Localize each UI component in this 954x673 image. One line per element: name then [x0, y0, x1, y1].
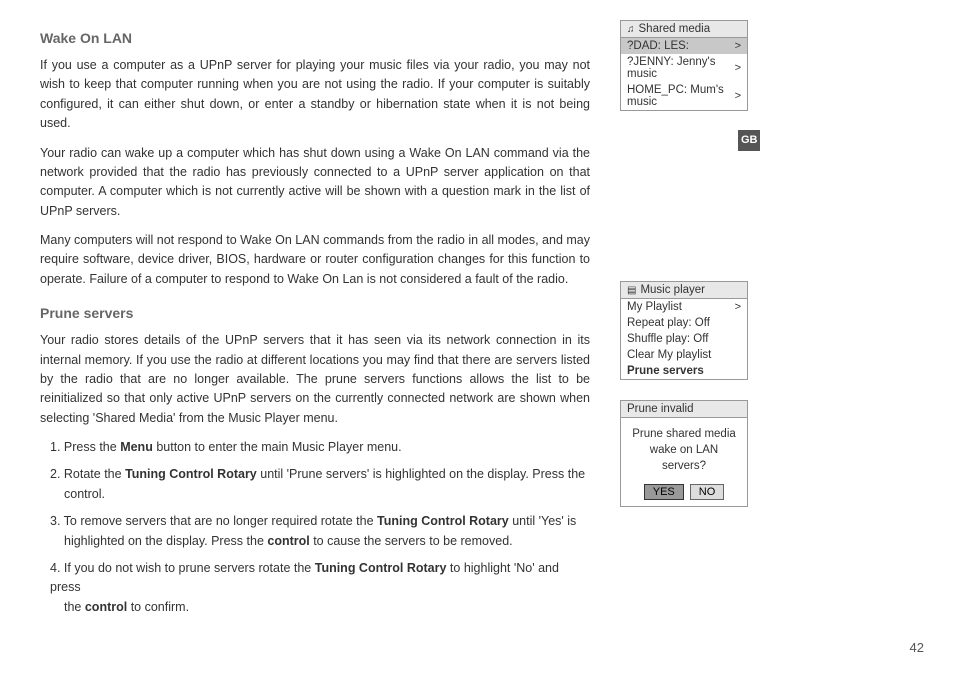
step-2-bold: Tuning Control Rotary	[125, 467, 257, 481]
shared-media-row-2-arrow: >	[735, 90, 741, 102]
section-wake-on-lan: Wake On LAN If you use a computer as a U…	[40, 30, 590, 289]
shared-media-row-0-text: ?DAD: LES:	[627, 40, 689, 52]
step-4-indent: the control to confirm.	[50, 598, 590, 617]
shared-media-row-1[interactable]: ?JENNY: Jenny's music >	[621, 54, 747, 82]
music-player-row-3[interactable]: Clear My playlist	[621, 347, 747, 363]
section-prune-servers: Prune servers Your radio stores details …	[40, 305, 590, 617]
page-wrapper: Wake On LAN If you use a computer as a U…	[0, 0, 954, 673]
gb-tab: GB	[738, 130, 760, 151]
para-prune-1: Your radio stores details of the UPnP se…	[40, 331, 590, 428]
step-4-bold: Tuning Control Rotary	[315, 561, 447, 575]
para-wake-3: Many computers will not respond to Wake …	[40, 231, 590, 289]
shared-media-row-0-arrow: >	[735, 40, 741, 52]
music-player-row-0-arrow: >	[735, 301, 741, 313]
music-player-row-2-text: Shuffle play: Off	[627, 333, 708, 345]
shared-media-title: Shared media	[639, 23, 711, 35]
prune-no-button[interactable]: NO	[690, 484, 725, 500]
right-panel: ♫ Shared media ?DAD: LES: > ?JENNY: Jenn…	[620, 0, 760, 673]
prune-dialog-buttons: YES NO	[621, 480, 747, 506]
prune-yes-button[interactable]: YES	[644, 484, 684, 500]
music-player-title: Music player	[640, 284, 705, 296]
para-wake-2: Your radio can wake up a computer which …	[40, 144, 590, 222]
step-1-text: button to enter the main Music Player me…	[156, 440, 401, 454]
shared-media-widget: ♫ Shared media ?DAD: LES: > ?JENNY: Jenn…	[620, 20, 748, 111]
step-4: 4. If you do not wish to prune servers r…	[40, 559, 590, 617]
step-1-bold: Menu	[120, 440, 153, 454]
music-note-icon: ♫	[627, 24, 635, 35]
music-player-row-1[interactable]: Repeat play: Off	[621, 315, 747, 331]
shared-media-header: ♫ Shared media	[621, 21, 747, 38]
music-player-header: ▤ Music player	[621, 282, 747, 299]
step-3-bold: Tuning Control Rotary	[377, 514, 509, 528]
step-3-text: until 'Yes' is	[512, 514, 576, 528]
prune-dialog-line2: wake on LAN servers?	[650, 444, 718, 472]
step-3: 3. To remove servers that are no longer …	[40, 512, 590, 551]
step-1: 1. Press the Menu button to enter the ma…	[40, 438, 590, 457]
music-player-row-2[interactable]: Shuffle play: Off	[621, 331, 747, 347]
shared-media-row-1-arrow: >	[735, 62, 741, 74]
music-player-row-1-text: Repeat play: Off	[627, 317, 710, 329]
para-wake-1: If you use a computer as a UPnP server f…	[40, 56, 590, 134]
music-player-widget: ▤ Music player My Playlist > Repeat play…	[620, 281, 748, 380]
heading-wake-on-lan: Wake On LAN	[40, 30, 590, 46]
step-4-text: to highlight 'No' and press	[50, 561, 559, 594]
prune-dialog-body: Prune shared media wake on LAN servers?	[621, 418, 747, 480]
music-player-row-4-text: Prune servers	[627, 365, 704, 377]
music-player-row-3-text: Clear My playlist	[627, 349, 711, 361]
prune-dialog-header: Prune invalid	[621, 401, 747, 418]
shared-media-row-2[interactable]: HOME_PC: Mum's music >	[621, 82, 747, 110]
music-player-row-0-text: My Playlist	[627, 301, 682, 313]
step-2: 2. Rotate the Tuning Control Rotary unti…	[40, 465, 590, 504]
step-2-indent: control.	[50, 485, 590, 504]
step-2-text: until 'Prune servers' is highlighted on …	[260, 467, 585, 481]
music-player-row-0[interactable]: My Playlist >	[621, 299, 747, 315]
heading-prune-servers: Prune servers	[40, 305, 590, 321]
step-3-indent: highlighted on the display. Press the co…	[50, 532, 590, 551]
prune-dialog-line1: Prune shared media	[632, 428, 736, 440]
prune-dialog: Prune invalid Prune shared media wake on…	[620, 400, 748, 507]
page-number: 42	[910, 640, 924, 655]
shared-media-row-0[interactable]: ?DAD: LES: >	[621, 38, 747, 54]
main-content: Wake On LAN If you use a computer as a U…	[0, 0, 620, 673]
list-icon: ▤	[627, 285, 636, 296]
shared-media-row-2-text: HOME_PC: Mum's music	[627, 84, 735, 108]
music-player-row-4[interactable]: Prune servers	[621, 363, 747, 379]
shared-media-row-1-text: ?JENNY: Jenny's music	[627, 56, 735, 80]
